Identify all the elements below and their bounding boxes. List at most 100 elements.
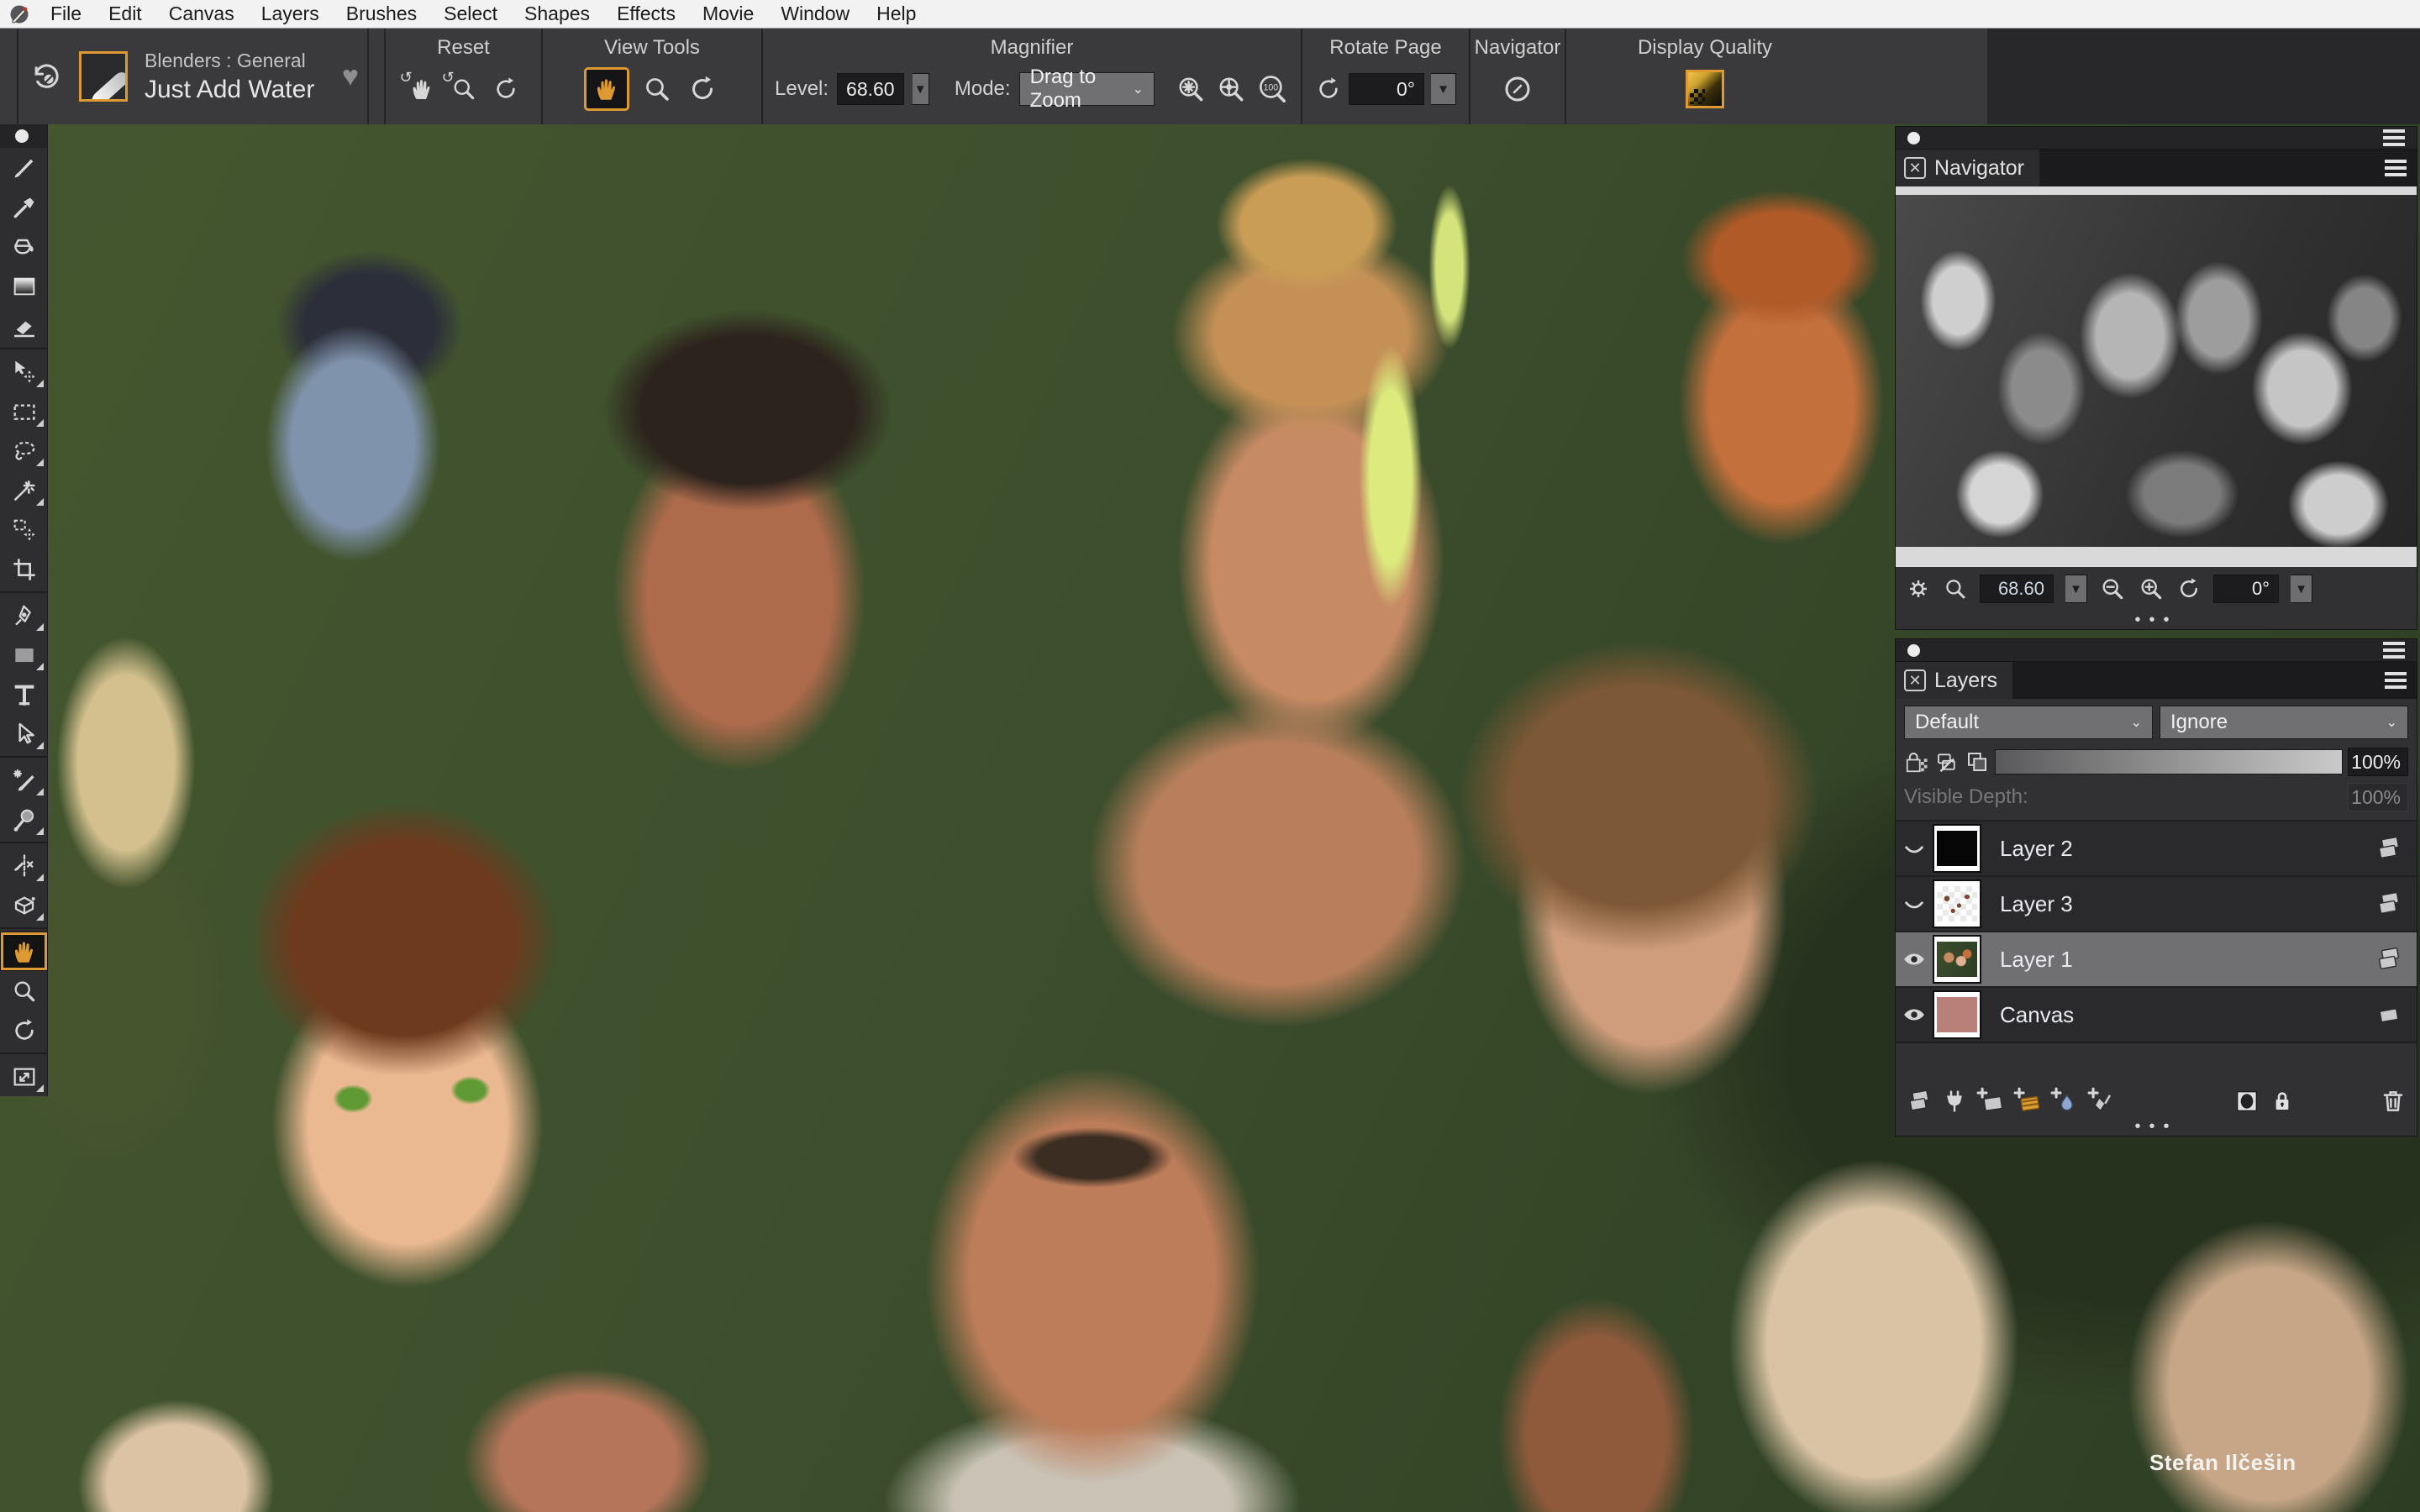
menu-shapes[interactable]: Shapes xyxy=(511,0,603,29)
rectangular-selection-tool[interactable] xyxy=(0,391,48,431)
layer-name[interactable]: Canvas xyxy=(2000,1002,2074,1028)
menu-layers[interactable]: Layers xyxy=(248,0,333,29)
navigator-dock-bar[interactable] xyxy=(1895,126,2417,150)
layer-row-layer1-selected[interactable]: Layer 1 xyxy=(1896,932,2417,988)
menu-file[interactable]: File xyxy=(37,0,95,29)
layer-name[interactable]: Layer 3 xyxy=(2000,891,2073,917)
lock-layer-icon[interactable] xyxy=(2269,1088,2296,1115)
menu-window[interactable]: Window xyxy=(767,0,863,29)
dock-menu-icon[interactable] xyxy=(2383,129,2405,146)
rotate-angle-field[interactable]: 0° xyxy=(1349,73,1424,105)
layer-visibility-toggle[interactable] xyxy=(1896,1002,1933,1027)
zoom-level-field[interactable]: 68.60 xyxy=(837,73,904,105)
window-resize-tool[interactable] xyxy=(0,1057,48,1096)
new-liquid-ink-layer-icon[interactable] xyxy=(2087,1087,2116,1116)
rotate-page-icon[interactable] xyxy=(687,74,718,104)
layer-name[interactable]: Layer 2 xyxy=(2000,836,2073,862)
zoom-in-icon[interactable] xyxy=(2138,575,2165,602)
magnifier-icon[interactable] xyxy=(642,74,672,104)
composite-method-select[interactable]: Default⌄ xyxy=(1904,706,2153,739)
zoom-level-dropdown-button[interactable]: ▼ xyxy=(913,73,929,105)
navigator-rotate-icon[interactable] xyxy=(2176,576,2202,601)
new-media-layer-icon[interactable] xyxy=(2013,1087,2042,1116)
layer-thumbnail[interactable] xyxy=(1933,824,1981,873)
fit-to-window-icon[interactable] xyxy=(1175,73,1207,105)
menu-edit[interactable]: Edit xyxy=(95,0,155,29)
navigator-panel-menu-icon[interactable] xyxy=(2385,160,2407,176)
layers-tab[interactable]: ✕ Layers xyxy=(1896,662,2012,699)
mirror-painting-tool[interactable] xyxy=(0,846,48,885)
toolbox-dock-handle[interactable] xyxy=(0,124,47,148)
display-quality-icon[interactable] xyxy=(1686,70,1724,108)
opacity-slider[interactable] xyxy=(1995,749,2343,774)
brush-category-label[interactable]: Blenders : General xyxy=(145,50,314,72)
lasso-tool[interactable] xyxy=(0,431,48,470)
menu-brushes[interactable]: Brushes xyxy=(333,0,430,29)
menu-effects[interactable]: Effects xyxy=(603,0,689,29)
dynamic-plugins-icon[interactable] xyxy=(1941,1088,1968,1115)
text-tool[interactable] xyxy=(0,675,48,714)
new-watercolor-layer-icon[interactable] xyxy=(2050,1087,2079,1116)
restore-default-brush-icon[interactable] xyxy=(30,60,62,92)
menu-help[interactable]: Help xyxy=(863,0,929,29)
pick-up-underlying-color-icon[interactable] xyxy=(1934,749,1960,774)
layer-thumbnail[interactable] xyxy=(1933,935,1981,984)
rubber-stamp-tool[interactable] xyxy=(0,800,48,839)
layer-thumbnail[interactable] xyxy=(1933,879,1981,928)
composite-depth-select[interactable]: Ignore⌄ xyxy=(2160,706,2408,739)
reset-rotation-icon[interactable] xyxy=(492,76,519,102)
menu-canvas[interactable]: Canvas xyxy=(155,0,248,29)
rotate-angle-dropdown-button[interactable]: ▼ xyxy=(1431,73,1456,105)
eraser-tool[interactable] xyxy=(0,306,48,345)
reset-grabber-icon[interactable]: ↺ xyxy=(408,76,435,102)
navigator-tab[interactable]: ✕ Navigator xyxy=(1896,150,2039,186)
zoom-mode-select[interactable]: Drag to Zoom⌄ xyxy=(1019,72,1155,106)
grabber-hand-icon[interactable] xyxy=(587,70,627,108)
layer-commands-icon[interactable] xyxy=(1906,1088,1933,1115)
selection-adjuster-tool[interactable] xyxy=(0,510,48,549)
layer-visibility-toggle[interactable] xyxy=(1896,891,1933,916)
brush-variant-label[interactable]: Just Add Water xyxy=(145,76,314,104)
rotate-angle-icon[interactable] xyxy=(1315,76,1342,102)
paint-bucket-tool[interactable] xyxy=(0,227,48,266)
opacity-value-field[interactable]: 100% xyxy=(2348,748,2408,776)
shape-selection-tool[interactable] xyxy=(0,714,48,753)
zoom-100-percent-icon[interactable]: 100 xyxy=(1255,72,1289,106)
layer-link-icon[interactable] xyxy=(1965,749,1990,774)
favorite-heart-icon[interactable]: ♥ xyxy=(342,60,359,93)
layers-dock-bar[interactable] xyxy=(1895,638,2417,662)
navigator-zoom-dropdown-button[interactable]: ▼ xyxy=(2065,575,2087,603)
preserve-transparency-icon[interactable] xyxy=(1904,749,1929,774)
new-layer-icon[interactable] xyxy=(1976,1087,2005,1116)
layers-resize-grip[interactable]: ••• xyxy=(1896,1117,2417,1136)
rectangle-shape-tool[interactable] xyxy=(0,635,48,675)
magic-wand-tool[interactable] xyxy=(0,470,48,510)
brush-variant-chip[interactable] xyxy=(79,51,128,102)
center-zoom-icon[interactable] xyxy=(1215,73,1247,105)
magnifier-tool[interactable] xyxy=(0,971,48,1011)
navigator-compass-icon[interactable] xyxy=(1502,73,1534,105)
layer-thumbnail[interactable] xyxy=(1933,990,1981,1039)
reset-magnifier-icon[interactable]: ↺ xyxy=(450,76,477,102)
dock-menu-icon[interactable] xyxy=(2383,642,2405,659)
delete-layer-trash-icon[interactable] xyxy=(2380,1088,2407,1115)
rotate-page-tool[interactable] xyxy=(0,1011,48,1050)
navigator-resize-grip[interactable]: ••• xyxy=(1896,611,2417,629)
layer-row-layer3[interactable]: Layer 3 xyxy=(1896,877,2417,932)
panel-close-icon[interactable]: ✕ xyxy=(1904,157,1926,179)
layer-visibility-toggle[interactable] xyxy=(1896,836,1933,861)
dropper-tool[interactable] xyxy=(0,187,48,227)
navigator-zoom-field[interactable]: 68.60 xyxy=(1980,575,2054,603)
gradient-tool[interactable] xyxy=(0,266,48,306)
layer-visibility-toggle[interactable] xyxy=(1896,947,1933,972)
navigator-preview-thumbnail[interactable] xyxy=(1896,195,2417,547)
brush-tool[interactable] xyxy=(0,148,48,187)
layer-mask-icon[interactable] xyxy=(2233,1088,2260,1115)
layer-name[interactable]: Layer 1 xyxy=(2000,947,2073,973)
cloner-tool[interactable] xyxy=(0,760,48,800)
menu-movie[interactable]: Movie xyxy=(689,0,767,29)
navigator-rotation-field[interactable]: 0° xyxy=(2213,575,2279,603)
menu-select[interactable]: Select xyxy=(430,0,511,29)
layer-row-canvas[interactable]: Canvas xyxy=(1896,988,2417,1043)
pen-tool[interactable] xyxy=(0,596,48,635)
